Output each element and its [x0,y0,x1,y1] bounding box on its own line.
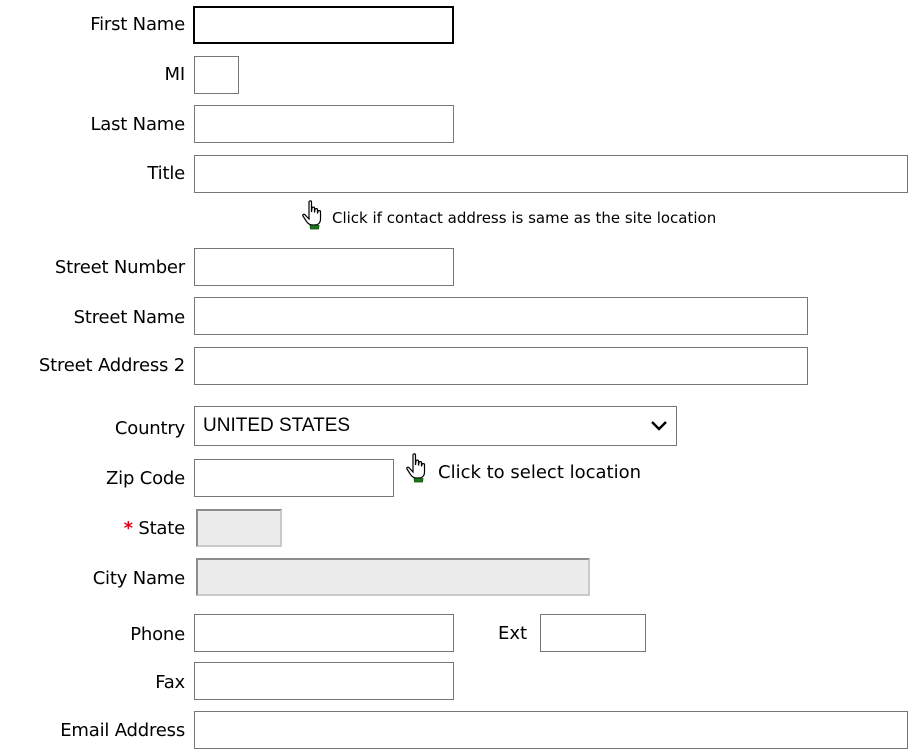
state-input [196,509,282,547]
street-name-input[interactable] [194,297,808,335]
fax-input[interactable] [194,662,454,700]
required-marker: * [123,518,133,539]
zip-code-label: Zip Code [106,468,185,489]
hand-pointer-icon [406,452,426,482]
last-name-label: Last Name [90,114,185,135]
zip-code-input[interactable] [194,459,394,497]
city-name-input [196,558,590,596]
state-label-text: State [138,518,185,539]
first-name-input[interactable] [193,6,454,44]
phone-label: Phone [130,624,185,645]
city-name-label: City Name [92,568,186,589]
email-address-label: Email Address [60,720,185,741]
state-label: * State [123,518,186,539]
select-location-link[interactable]: Click to select location [404,452,641,483]
country-selected-value: UNITED STATES [203,415,351,436]
fax-label: Fax [155,672,185,693]
street-number-label: Street Number [54,257,185,278]
mi-label: MI [164,64,186,85]
last-name-input[interactable] [194,105,454,143]
street-address-2-label: Street Address 2 [38,355,185,376]
ext-input[interactable] [540,614,646,652]
select-location-text: Click to select location [438,462,642,483]
mi-input[interactable] [194,56,239,94]
title-label: Title [147,163,185,184]
same-address-link[interactable]: Click if contact address is same as the … [300,200,716,230]
street-address-2-input[interactable] [194,347,808,385]
country-select[interactable]: UNITED STATES [194,406,677,446]
country-label: Country [114,418,185,439]
same-address-text: Click if contact address is same as the … [332,209,717,227]
street-number-input[interactable] [194,248,454,286]
phone-input[interactable] [194,614,454,652]
first-name-label: First Name [90,14,185,35]
street-name-label: Street Name [73,307,186,328]
title-input[interactable] [194,155,908,193]
email-address-input[interactable] [194,711,908,749]
chevron-down-icon [651,421,667,431]
hand-pointer-icon [302,200,322,230]
ext-label: Ext [498,623,528,644]
